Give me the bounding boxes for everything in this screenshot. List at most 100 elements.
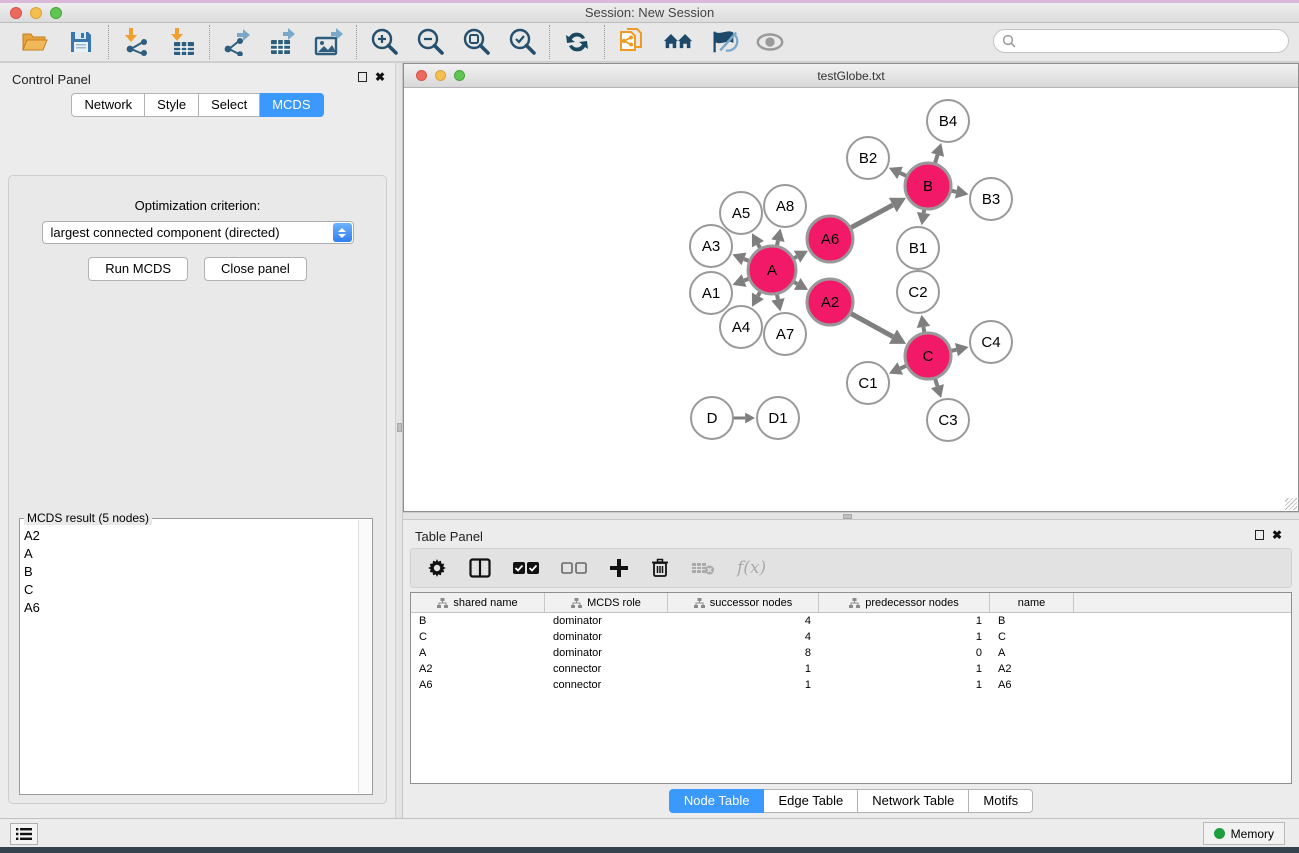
- tab-mcds[interactable]: MCDS: [260, 93, 323, 117]
- export-image-icon[interactable]: [314, 27, 344, 57]
- search-input[interactable]: [1016, 34, 1266, 48]
- open-file-icon[interactable]: [20, 27, 50, 57]
- graph-node-A6[interactable]: A6: [807, 216, 853, 262]
- vertical-splitter[interactable]: [395, 63, 403, 818]
- table-cell[interactable]: C: [990, 631, 1074, 643]
- column-header-mcds-role[interactable]: MCDS role: [545, 593, 668, 612]
- column-header-shared-name[interactable]: shared name: [411, 593, 545, 612]
- table-header-row[interactable]: shared name MCDS role successor nodes pr…: [411, 593, 1291, 613]
- graph-node-D[interactable]: D: [691, 397, 733, 439]
- delete-column-icon[interactable]: [651, 558, 669, 578]
- split-panel-icon[interactable]: [469, 558, 491, 578]
- graph-node-C3[interactable]: C3: [927, 399, 969, 441]
- tab-node-table[interactable]: Node Table: [669, 789, 765, 813]
- deselect-all-icon[interactable]: [561, 561, 587, 575]
- network-close-button[interactable]: [416, 70, 427, 81]
- graph-node-A2[interactable]: A2: [807, 279, 853, 325]
- refresh-layout-icon[interactable]: [562, 27, 592, 57]
- table-cell[interactable]: 0: [819, 647, 990, 659]
- float-panel-icon[interactable]: [1255, 530, 1264, 540]
- zoom-out-icon[interactable]: [415, 27, 445, 57]
- table-cell[interactable]: C: [411, 631, 545, 643]
- table-cell[interactable]: dominator: [545, 615, 668, 627]
- graph-node-C[interactable]: C: [905, 333, 951, 379]
- table-cell[interactable]: dominator: [545, 647, 668, 659]
- graph-node-A4[interactable]: A4: [720, 306, 762, 348]
- graph-node-C2[interactable]: C2: [897, 271, 939, 313]
- zoom-selected-icon[interactable]: [507, 27, 537, 57]
- splitter-grip[interactable]: [843, 514, 852, 519]
- graph-node-A8[interactable]: A8: [764, 185, 806, 227]
- import-table-icon[interactable]: [167, 27, 197, 57]
- network-zoom-button[interactable]: [454, 70, 465, 81]
- table-cell[interactable]: 1: [668, 663, 819, 675]
- function-builder-icon[interactable]: f(x): [737, 558, 766, 578]
- table-body[interactable]: Bdominator41BCdominator41CAdominator80AA…: [411, 613, 1291, 693]
- table-row[interactable]: A6connector11A6: [411, 677, 1291, 693]
- table-cell[interactable]: 4: [668, 615, 819, 627]
- table-cell[interactable]: dominator: [545, 631, 668, 643]
- graph-node-B3[interactable]: B3: [970, 178, 1012, 220]
- tab-network[interactable]: Network: [71, 93, 145, 117]
- table-cell[interactable]: 4: [668, 631, 819, 643]
- table-row[interactable]: A2connector11A2: [411, 661, 1291, 677]
- criterion-dropdown[interactable]: largest connected component (directed): [42, 221, 354, 244]
- delete-table-icon[interactable]: [691, 560, 715, 576]
- table-cell[interactable]: A6: [411, 679, 545, 691]
- import-network-icon[interactable]: [121, 27, 151, 57]
- mcds-result-list[interactable]: A2ABCA6: [24, 527, 357, 792]
- mcds-result-item[interactable]: A2: [24, 527, 357, 545]
- graph-node-C4[interactable]: C4: [970, 321, 1012, 363]
- network-graph[interactable]: AA6A2BCA5A8A3A1A4A7B2B4B3B1C2C4C1C3DD1: [404, 88, 1298, 511]
- hide-graphics-details-icon[interactable]: [709, 27, 739, 57]
- table-cell[interactable]: 1: [819, 663, 990, 675]
- close-panel-icon[interactable]: ✖: [1272, 530, 1282, 540]
- tab-style[interactable]: Style: [145, 93, 199, 117]
- table-row[interactable]: Adominator80A: [411, 645, 1291, 661]
- graph-node-B2[interactable]: B2: [847, 137, 889, 179]
- network-minimize-button[interactable]: [435, 70, 446, 81]
- window-resize-grip[interactable]: [1285, 498, 1297, 510]
- graph-node-B4[interactable]: B4: [927, 100, 969, 142]
- add-column-icon[interactable]: [609, 558, 629, 578]
- close-panel-button[interactable]: Close panel: [204, 257, 307, 281]
- table-settings-icon[interactable]: [427, 558, 447, 578]
- node-table[interactable]: shared name MCDS role successor nodes pr…: [410, 592, 1292, 784]
- table-cell[interactable]: connector: [545, 663, 668, 675]
- horizontal-splitter[interactable]: [403, 512, 1299, 520]
- minimize-window-button[interactable]: [30, 7, 42, 19]
- first-neighbors-icon[interactable]: [663, 27, 693, 57]
- save-session-icon[interactable]: [66, 27, 96, 57]
- network-canvas[interactable]: AA6A2BCA5A8A3A1A4A7B2B4B3B1C2C4C1C3DD1: [404, 88, 1298, 511]
- graph-node-A3[interactable]: A3: [690, 225, 732, 267]
- graph-node-B1[interactable]: B1: [897, 227, 939, 269]
- zoom-window-button[interactable]: [50, 7, 62, 19]
- graph-node-A[interactable]: A: [748, 246, 796, 294]
- table-cell[interactable]: B: [411, 615, 545, 627]
- table-cell[interactable]: 1: [819, 631, 990, 643]
- graph-node-A5[interactable]: A5: [720, 192, 762, 234]
- mcds-result-item[interactable]: A6: [24, 599, 357, 617]
- mcds-result-item[interactable]: A: [24, 545, 357, 563]
- table-cell[interactable]: A: [411, 647, 545, 659]
- task-history-button[interactable]: [10, 823, 38, 845]
- table-cell[interactable]: A2: [411, 663, 545, 675]
- table-cell[interactable]: A2: [990, 663, 1074, 675]
- zoom-in-icon[interactable]: [369, 27, 399, 57]
- graph-node-D1[interactable]: D1: [757, 397, 799, 439]
- splitter-grip[interactable]: [397, 423, 402, 432]
- select-all-icon[interactable]: [513, 561, 539, 575]
- column-header-name[interactable]: name: [990, 593, 1074, 612]
- graph-node-A1[interactable]: A1: [690, 272, 732, 314]
- mcds-result-item[interactable]: B: [24, 563, 357, 581]
- close-window-button[interactable]: [10, 7, 22, 19]
- mcds-result-item[interactable]: C: [24, 581, 357, 599]
- table-cell[interactable]: B: [990, 615, 1074, 627]
- table-cell[interactable]: connector: [545, 679, 668, 691]
- network-window-titlebar[interactable]: testGlobe.txt: [404, 64, 1298, 88]
- tab-edge-table[interactable]: Edge Table: [764, 789, 858, 813]
- tab-motifs[interactable]: Motifs: [969, 789, 1033, 813]
- table-cell[interactable]: 8: [668, 647, 819, 659]
- graph-node-A7[interactable]: A7: [764, 313, 806, 355]
- table-row[interactable]: Cdominator41C: [411, 629, 1291, 645]
